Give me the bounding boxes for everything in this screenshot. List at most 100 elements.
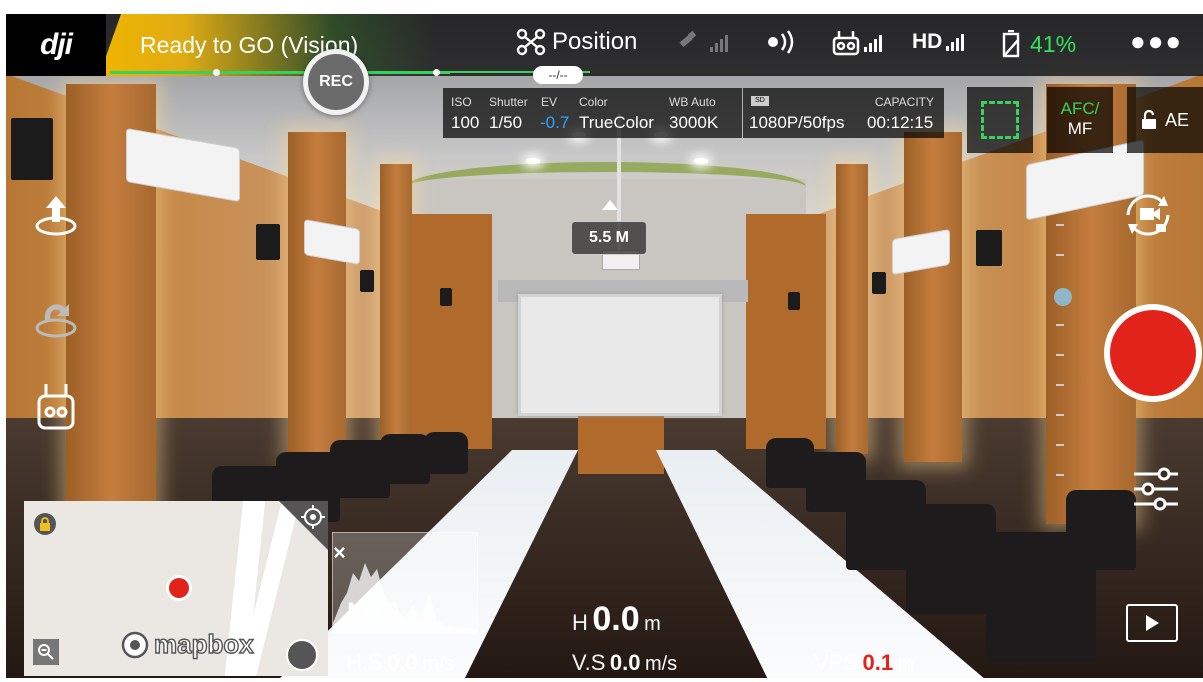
signal-icon: [768, 30, 794, 54]
map-orientation-button[interactable]: [286, 639, 318, 671]
scene-wood-panel: [288, 132, 346, 462]
storage-panel[interactable]: SD CAPACITY 1080P/50fps 00:12:15: [743, 88, 944, 138]
minimap[interactable]: mapbox: [24, 501, 328, 676]
scene-wood-panel: [836, 164, 868, 454]
zoom-out-icon: [38, 644, 54, 660]
vps-unit: m: [897, 653, 915, 675]
gps-readout: --/--: [533, 66, 583, 84]
aircraft-location-marker: [166, 575, 192, 601]
gimbal-slider-knob[interactable]: [1054, 288, 1072, 306]
afc-mf-toggle[interactable]: AFC/ MF: [1047, 87, 1113, 153]
gimbal-slider[interactable]: [1054, 224, 1072, 494]
scene-speaker: [872, 272, 886, 294]
vps-value: 0.1: [862, 650, 894, 675]
scene-speaker: [440, 288, 452, 306]
record-button[interactable]: [1104, 304, 1202, 402]
scene-wood-panel: [412, 214, 492, 449]
photo-video-switch-button[interactable]: [1118, 190, 1178, 240]
iso-label: ISO: [451, 95, 472, 109]
flight-mode-label: Position: [552, 28, 638, 55]
slider-tick: [1056, 324, 1064, 326]
scene-chair: [380, 434, 430, 484]
scene-chair: [766, 438, 814, 488]
record-icon: [1110, 310, 1196, 396]
scene-chair: [1066, 490, 1136, 570]
progress-marker: [213, 69, 220, 76]
gps-status[interactable]: [676, 30, 728, 56]
vision-status[interactable]: [766, 30, 800, 54]
remote-signal-bars: [864, 34, 882, 52]
map-lock-button[interactable]: [34, 513, 56, 535]
scene-ceiling-light: [526, 158, 540, 164]
battery-status[interactable]: 41%: [1000, 30, 1076, 58]
vps-label: VPS: [814, 650, 859, 675]
color-label: Color: [579, 95, 608, 109]
scene-speaker: [11, 118, 53, 180]
gps-signal-bars: [710, 34, 728, 52]
satellite-icon: [679, 30, 697, 48]
more-dots-icon: ●●●: [1130, 26, 1184, 56]
scene-speaker: [256, 224, 280, 260]
map-zoom-out-button[interactable]: [33, 639, 59, 665]
camera-view: dji Ready to GO (Vision) Position HD 41%…: [6, 14, 1203, 678]
height-unit: m: [644, 613, 661, 635]
return-to-home-button[interactable]: [31, 292, 81, 342]
rec-indicator-button[interactable]: REC: [303, 49, 369, 115]
scene-wood-panel: [380, 164, 412, 454]
ev-value: -0.7: [540, 113, 570, 132]
scene-speaker: [788, 292, 800, 310]
crosshair-icon: [301, 505, 325, 529]
shutter-value: 1/50: [489, 113, 523, 132]
takeoff-icon: [35, 196, 77, 236]
hd-label: HD: [912, 30, 943, 53]
more-menu-button[interactable]: ●●●: [1130, 26, 1183, 57]
capacity-label: CAPACITY: [874, 95, 934, 109]
slider-tick: [1056, 414, 1064, 416]
lock-icon: [40, 517, 50, 531]
scene-ceiling-light: [694, 158, 708, 164]
camera-switch-icon: [1126, 194, 1170, 236]
capacity-value: 00:12:15: [867, 113, 934, 132]
height-label: H: [572, 610, 588, 635]
scene-chair: [424, 432, 468, 474]
battery-icon: [1002, 30, 1020, 58]
scene-speaker: [360, 270, 374, 292]
mapbox-icon: [121, 631, 149, 658]
remote-controller-button[interactable]: [31, 382, 81, 432]
iso-value: 100: [451, 113, 480, 132]
hd-video-signal[interactable]: HD: [912, 30, 965, 54]
histogram-close-icon[interactable]: ×: [333, 540, 346, 566]
flight-mode-indicator[interactable]: Position: [516, 28, 637, 56]
vs-label: V.S: [572, 650, 606, 675]
return-home-icon: [35, 304, 77, 338]
distance-value: N/A: [346, 596, 406, 634]
camera-parameters-panel[interactable]: ISO Shutter EV Color WB Auto 100 1/50 -0…: [443, 88, 742, 138]
vs-unit: m/s: [644, 653, 678, 675]
horizontal-speed-readout: H.S 0.0 m/s: [346, 650, 454, 676]
scene-wood-panel: [578, 414, 664, 474]
flight-progress-line: [110, 71, 450, 74]
hd-signal-bars: [946, 33, 965, 51]
camera-settings-button[interactable]: [1130, 466, 1182, 512]
scene-chair: [806, 452, 866, 512]
mapbox-wordmark: mapbox: [153, 628, 254, 659]
focus-frame-icon: [981, 101, 1019, 139]
mapbox-logo: mapbox: [120, 628, 254, 660]
slider-tick: [1056, 384, 1064, 386]
battery-percentage: 41%: [1030, 30, 1077, 57]
vs-value: 0.0: [609, 650, 641, 675]
wb-label: WB Auto: [669, 95, 716, 109]
ev-label: EV: [541, 95, 558, 109]
resolution-value: 1080P/50fps: [749, 113, 845, 132]
slider-tick: [1056, 254, 1064, 256]
ae-lock-button[interactable]: AE: [1127, 87, 1203, 153]
scene-speaker: [976, 230, 1002, 266]
remote-signal-status[interactable]: [832, 30, 882, 56]
progress-marker: [433, 69, 440, 76]
hs-unit: m/s: [422, 653, 455, 675]
dji-logo-button[interactable]: dji: [6, 14, 106, 76]
afc-label: AFC/: [1060, 99, 1100, 118]
takeoff-button[interactable]: [31, 190, 81, 240]
metering-focus-button[interactable]: [967, 87, 1033, 153]
playback-button[interactable]: [1126, 604, 1178, 642]
